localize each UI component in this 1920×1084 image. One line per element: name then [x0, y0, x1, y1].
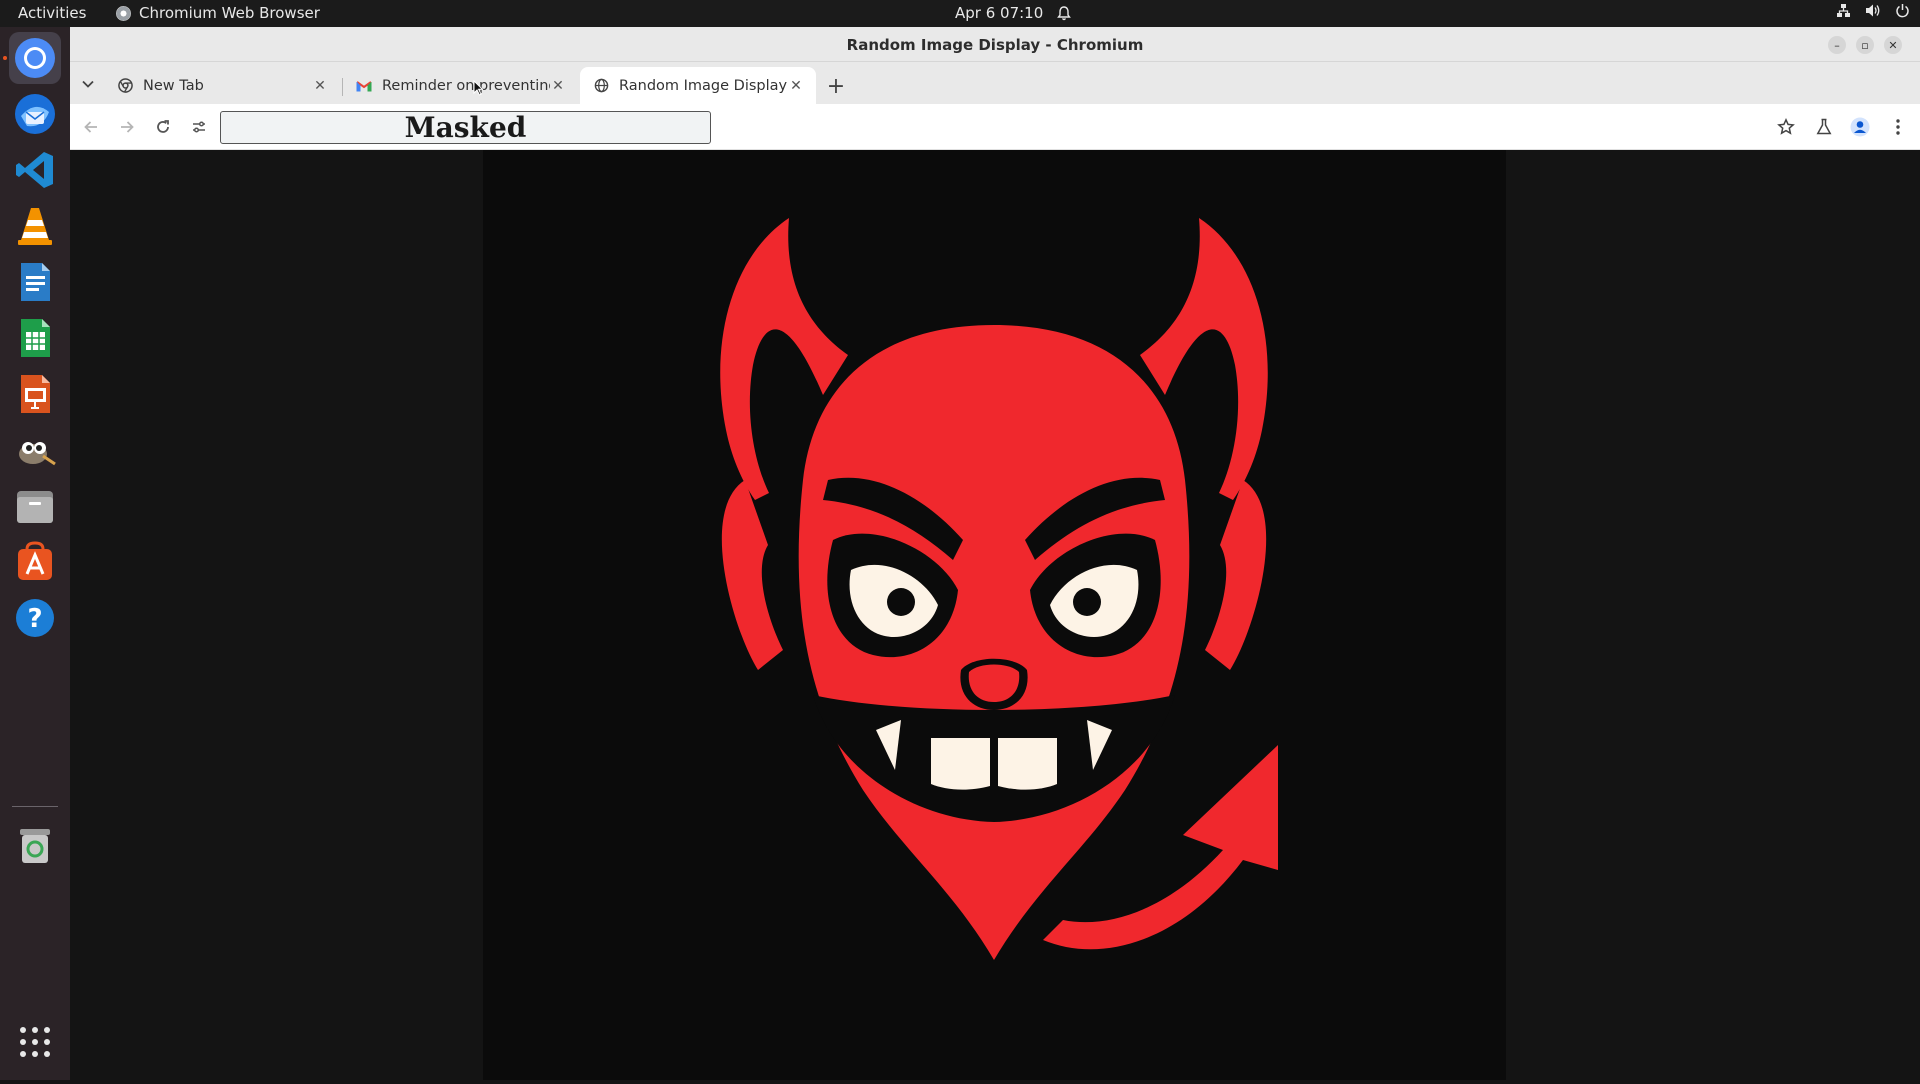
writer-icon — [21, 263, 50, 301]
profile-button[interactable] — [1849, 116, 1871, 138]
restore-icon: ▫ — [1861, 38, 1869, 52]
browser-window: Random Image Display - Chromium – ▫ ✕ Ne… — [70, 27, 1920, 1080]
dock-app-center[interactable] — [9, 536, 61, 588]
trash-icon — [20, 829, 50, 863]
help-icon: ? — [16, 599, 54, 637]
minimize-button[interactable]: – — [1828, 36, 1846, 54]
clock-label: Apr 6 07:10 — [955, 4, 1044, 22]
svg-text:?: ? — [27, 604, 42, 634]
app-center-icon — [18, 541, 52, 580]
arrow-left-icon — [84, 121, 97, 133]
close-window-button[interactable]: ✕ — [1884, 36, 1902, 54]
system-tray[interactable] — [1836, 3, 1910, 18]
labs-button[interactable] — [1813, 116, 1835, 138]
chrome-icon — [118, 78, 133, 93]
vscode-icon — [16, 152, 53, 188]
running-indicator — [3, 56, 7, 60]
thunderbird-icon — [15, 94, 55, 134]
mouse-cursor — [473, 80, 483, 96]
dock-calc[interactable] — [9, 312, 61, 364]
system-top-bar: Activities Chromium Web Browser Apr 6 07… — [0, 0, 1920, 27]
tab-label: Random Image Display — [619, 77, 788, 94]
dock-vlc[interactable] — [9, 200, 61, 252]
dock-trash[interactable] — [9, 819, 61, 871]
chevron-down-icon — [82, 80, 94, 88]
avatar-icon — [1850, 117, 1870, 137]
dock: ? — [0, 27, 70, 1080]
tab-reminder[interactable]: Reminder on preventing ✕ — [342, 67, 578, 104]
dock-help[interactable]: ? — [9, 592, 61, 644]
impress-icon — [21, 375, 50, 413]
tune-icon — [193, 121, 205, 133]
app-menu-label: Chromium Web Browser — [139, 4, 320, 22]
tab-strip: New Tab ✕ Reminder on preventing ✕ Rando… — [70, 62, 1920, 104]
new-tab-button[interactable]: + — [822, 72, 850, 100]
close-icon: ✕ — [1888, 38, 1898, 52]
dock-separator — [12, 806, 58, 807]
minimize-icon: – — [1834, 38, 1840, 52]
window-title: Random Image Display - Chromium — [846, 36, 1144, 54]
bookmark-button[interactable] — [1775, 116, 1797, 138]
window-titlebar[interactable]: Random Image Display - Chromium – ▫ ✕ — [70, 27, 1920, 62]
plus-icon: + — [826, 73, 846, 99]
tab-search-button[interactable] — [78, 74, 98, 94]
power-icon — [1896, 4, 1909, 18]
reload-button[interactable] — [152, 116, 174, 138]
gmail-icon — [356, 80, 372, 91]
page-content — [70, 150, 1920, 1080]
more-vert-icon — [1896, 119, 1900, 135]
vlc-icon — [18, 208, 52, 245]
volume-icon — [1866, 4, 1880, 17]
chromium-icon — [15, 38, 55, 78]
reload-icon — [157, 120, 169, 133]
notification-bell-icon — [1057, 5, 1072, 20]
dock-writer[interactable] — [9, 256, 61, 308]
tab-label: New Tab — [143, 77, 204, 94]
back-button[interactable] — [80, 116, 102, 138]
network-icon — [1837, 4, 1850, 17]
menu-button[interactable] — [1887, 116, 1909, 138]
forward-button[interactable] — [116, 116, 138, 138]
gimp-icon — [19, 442, 56, 466]
dock-chromium[interactable] — [3, 32, 61, 84]
dock-gimp[interactable] — [9, 424, 61, 476]
activities-button[interactable]: Activities — [18, 4, 86, 22]
address-bar[interactable]: Masked — [220, 111, 711, 144]
clock[interactable]: Apr 6 07:10 — [955, 4, 1072, 22]
dock-show-apps[interactable] — [9, 1016, 61, 1068]
arrow-right-icon — [121, 121, 134, 133]
dock-files[interactable] — [9, 480, 61, 532]
calc-icon — [21, 319, 50, 357]
tab-label: Reminder on preventing — [382, 77, 550, 94]
dock-impress[interactable] — [9, 368, 61, 420]
star-icon — [1777, 118, 1795, 135]
tab-random-image-display[interactable]: Random Image Display ✕ — [580, 67, 816, 104]
files-icon — [17, 491, 53, 523]
address-bar-text: Masked — [404, 111, 527, 144]
maximize-button[interactable]: ▫ — [1856, 36, 1874, 54]
flask-icon — [1816, 118, 1832, 135]
tab-close-button[interactable]: ✕ — [312, 78, 328, 94]
globe-icon — [594, 78, 609, 93]
tab-new-tab[interactable]: New Tab ✕ — [104, 67, 340, 104]
show-apps-icon — [20, 1027, 50, 1057]
chromium-small-icon — [116, 5, 131, 21]
random-image — [483, 150, 1506, 1080]
devil-face-image — [720, 218, 1278, 960]
app-menu[interactable]: Chromium Web Browser — [116, 4, 320, 22]
tab-close-button[interactable]: ✕ — [788, 78, 804, 94]
dock-vscode[interactable] — [9, 144, 61, 196]
site-info-button[interactable] — [188, 116, 210, 138]
browser-toolbar: Masked — [70, 104, 1920, 150]
tab-close-button[interactable]: ✕ — [550, 78, 566, 94]
dock-thunderbird[interactable] — [9, 88, 61, 140]
